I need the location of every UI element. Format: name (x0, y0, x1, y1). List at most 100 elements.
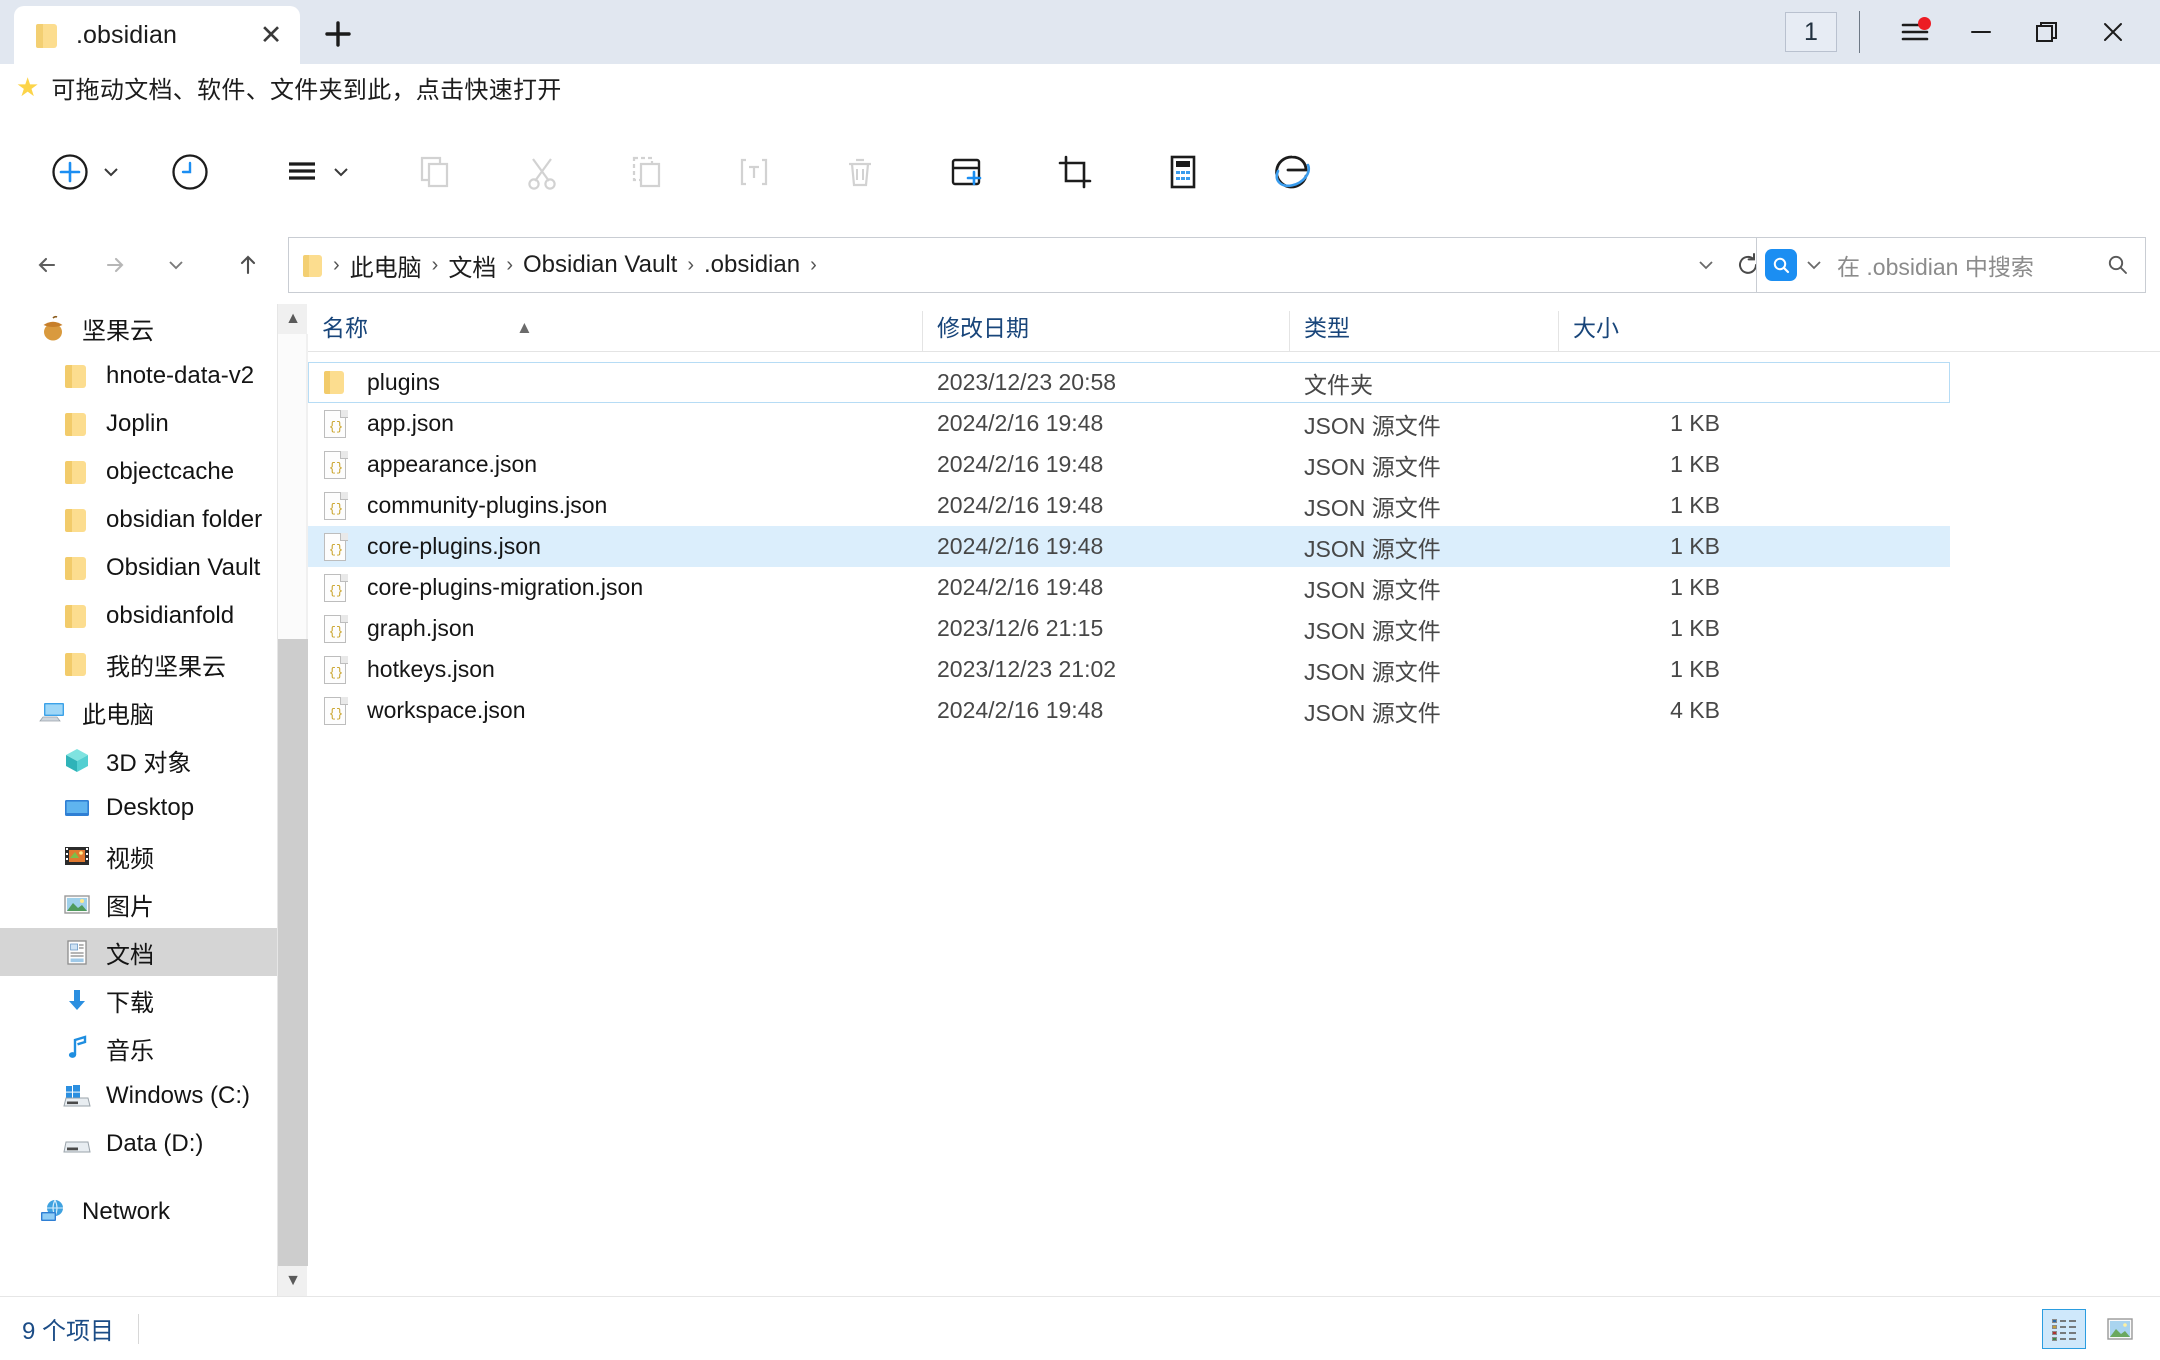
search-submit-button[interactable] (2101, 252, 2135, 278)
breadcrumb-item-3[interactable]: .obsidian (698, 247, 806, 283)
forward-button[interactable] (86, 237, 142, 293)
address-bar[interactable]: › 此电脑 › 文档 › Obsidian Vault › .obsidian … (288, 237, 1778, 293)
plus-icon (325, 21, 351, 47)
json-file-icon: {} (323, 409, 349, 439)
table-row[interactable]: plugins 2023/12/23 20:58 文件夹 (308, 362, 1950, 403)
table-row[interactable]: {} core-plugins.json 2024/2/16 19:48 JSO… (308, 526, 1950, 567)
file-date-cell: 2024/2/16 19:48 (937, 451, 1104, 477)
sidebar-item-desktop[interactable]: Desktop (0, 784, 277, 832)
breadcrumb-separator[interactable]: › (502, 254, 517, 277)
edge-browser-button[interactable] (1268, 136, 1316, 208)
sidebar-scrollbar[interactable]: ▲ ▼ (277, 304, 308, 1296)
screenshot-button[interactable] (1052, 136, 1098, 208)
computer-icon (38, 697, 68, 727)
search-scope-dropdown[interactable] (1803, 254, 1825, 276)
table-row[interactable]: {} app.json 2024/2/16 19:48 JSON 源文件 1 K… (308, 403, 1950, 444)
breadcrumb-separator[interactable]: › (806, 254, 821, 277)
back-button[interactable] (20, 237, 76, 293)
table-row[interactable]: {} core-plugins-migration.json 2024/2/16… (308, 567, 1950, 608)
maximize-button[interactable] (2014, 0, 2080, 64)
large-icons-view-button[interactable] (2098, 1309, 2142, 1349)
new-tab-button[interactable] (310, 6, 366, 62)
close-icon[interactable]: ✕ (252, 16, 290, 54)
details-view-button[interactable] (2042, 1308, 2086, 1349)
table-row[interactable]: {} community-plugins.json 2024/2/16 19:4… (308, 485, 1950, 526)
sidebar-item-documents[interactable]: 文档 (0, 928, 277, 976)
breadcrumb-separator[interactable]: › (428, 254, 443, 277)
acorn-icon (38, 313, 68, 343)
sidebar-item-downloads[interactable]: 下载 (0, 976, 277, 1024)
sidebar-item-3d-objects[interactable]: 3D 对象 (0, 736, 277, 784)
sidebar-item-videos[interactable]: 视频 (0, 832, 277, 880)
breadcrumb-separator[interactable]: › (329, 254, 344, 277)
scrollbar-thumb[interactable] (278, 334, 308, 639)
sidebar-item-hnote-data-v2[interactable]: hnote-data-v2 (0, 352, 277, 400)
table-row[interactable]: {} hotkeys.json 2023/12/23 21:02 JSON 源文… (308, 649, 1950, 690)
sidebar-item-data-d[interactable]: Data (D:) (0, 1120, 277, 1168)
up-button[interactable] (220, 237, 276, 293)
window-close-button[interactable] (2080, 0, 2146, 64)
calculator-icon (1170, 155, 1196, 189)
sidebar-item-label: obsidianfold (106, 602, 235, 629)
column-header-size[interactable]: 大小 (1558, 311, 1735, 351)
chevron-up-icon[interactable]: ▲ (278, 304, 308, 334)
file-size-cell: 1 KB (1670, 615, 1720, 641)
copy-button (414, 136, 458, 208)
chevron-down-icon[interactable]: ▼ (278, 1266, 308, 1296)
new-tab-window-button[interactable] (944, 136, 990, 208)
file-name-cell: {} workspace.json (309, 696, 923, 726)
plus-circle-icon (52, 154, 88, 190)
file-size-cell: 4 KB (1670, 697, 1720, 723)
breadcrumb-separator[interactable]: › (683, 254, 698, 277)
file-date-cell: 2024/2/16 19:48 (937, 533, 1104, 559)
sidebar-item-my-nutstore[interactable]: 我的坚果云 (0, 640, 277, 688)
sidebar-item-objectcache[interactable]: objectcache (0, 448, 277, 496)
calculator-button[interactable] (1160, 136, 1206, 208)
address-dropdown-button[interactable] (1685, 239, 1727, 291)
minimize-button[interactable] (1948, 0, 2014, 64)
tab-count-badge[interactable]: 1 (1785, 12, 1837, 52)
sidebar-item-obsidian-vault[interactable]: Obsidian Vault (0, 544, 277, 592)
file-type-cell: JSON 源文件 (1304, 494, 1441, 521)
cut-button (520, 136, 564, 208)
scrollbar-track[interactable] (278, 639, 308, 1266)
view-menu-button[interactable] (282, 136, 352, 208)
column-header-name[interactable]: ▲ 名称 (308, 311, 922, 351)
sidebar-item-nutstore[interactable]: 坚果云 (0, 304, 277, 352)
table-row[interactable]: {} graph.json 2023/12/6 21:15 JSON 源文件 1… (308, 608, 1950, 649)
clock-icon (172, 154, 208, 190)
sidebar-item-this-pc[interactable]: 此电脑 (0, 688, 277, 736)
sidebar-item-music[interactable]: 音乐 (0, 1024, 277, 1072)
search-box[interactable]: 在 .obsidian 中搜索 (1756, 237, 2146, 293)
sidebar-item-pictures[interactable]: 图片 (0, 880, 277, 928)
new-button[interactable] (48, 136, 122, 208)
sidebar-item-joplin[interactable]: Joplin (0, 400, 277, 448)
rename-text-icon (740, 158, 768, 186)
item-count-label: 9 个项目 (22, 1318, 115, 1345)
sidebar-item-windows-c[interactable]: Windows (C:) (0, 1072, 277, 1120)
column-header-type[interactable]: 类型 (1289, 311, 1558, 351)
tab-obsidian[interactable]: .obsidian ✕ (14, 6, 300, 64)
sidebar-item-obsidian-folder[interactable]: obsidian folder (0, 496, 277, 544)
breadcrumb-item-2[interactable]: Obsidian Vault (517, 247, 683, 283)
recent-locations-button[interactable] (148, 237, 204, 293)
breadcrumb-item-1[interactable]: 文档 (442, 244, 502, 287)
breadcrumb-item-0[interactable]: 此电脑 (344, 244, 428, 287)
column-header-date[interactable]: 修改日期 (922, 311, 1289, 351)
favorites-bar[interactable]: ★ 可拖动文档、软件、文件夹到此，点击快速打开 (0, 64, 2160, 110)
scissors-icon (528, 158, 556, 190)
table-row[interactable]: {} workspace.json 2024/2/16 19:48 JSON 源… (308, 690, 1950, 731)
sidebar-item-label: 视频 (106, 845, 154, 873)
search-input[interactable]: 在 .obsidian 中搜索 (1837, 248, 2101, 282)
sidebar-item-network[interactable]: Network (0, 1188, 277, 1236)
file-type-cell: JSON 源文件 (1304, 576, 1441, 603)
table-row[interactable]: {} appearance.json 2024/2/16 19:48 JSON … (308, 444, 1950, 485)
json-file-icon: {} (323, 491, 349, 521)
app-menu-button[interactable] (1882, 0, 1948, 64)
sidebar-item-obsidianfold[interactable]: obsidianfold (0, 592, 277, 640)
history-button[interactable] (168, 136, 212, 208)
status-bar: 9 个项目 (0, 1296, 2160, 1360)
divider (138, 1313, 140, 1344)
paste-button (626, 136, 670, 208)
json-file-icon: {} (323, 655, 349, 685)
